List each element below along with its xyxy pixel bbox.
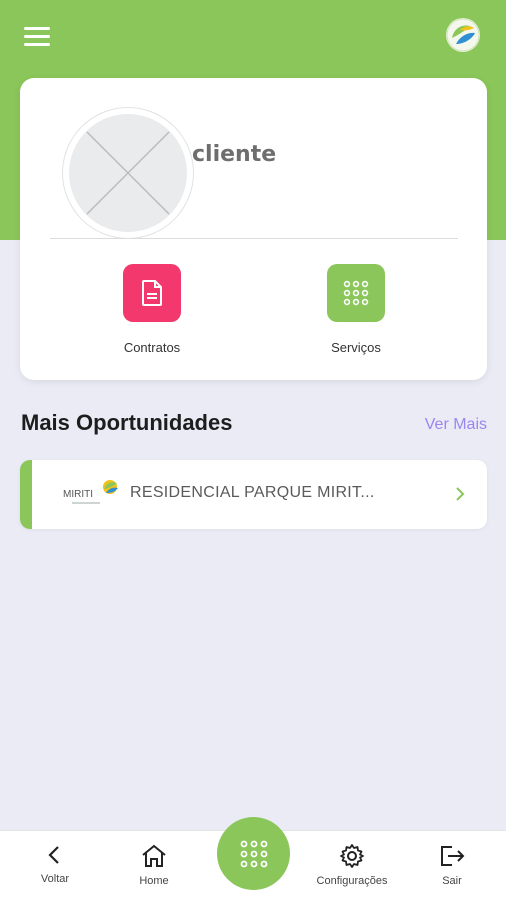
nav-settings-button[interactable]: Configurações	[302, 843, 402, 887]
nav-home-label: Home	[139, 875, 169, 887]
profile-divider	[50, 238, 458, 239]
profile-username: cliente	[192, 142, 277, 167]
chevron-left-icon	[48, 846, 59, 864]
brand-logo-button[interactable]	[446, 18, 480, 52]
grid-icon	[343, 280, 369, 306]
gear-icon	[340, 844, 364, 868]
menu-icon-line	[24, 42, 50, 46]
nav-exit-button[interactable]: Sair	[402, 843, 502, 887]
contracts-button[interactable]: Contratos	[82, 264, 222, 355]
services-tile	[327, 264, 385, 322]
services-label: Serviços	[331, 340, 381, 355]
menu-icon-line	[24, 26, 50, 30]
logout-icon	[441, 846, 465, 866]
section-title: Mais Oportunidades	[21, 410, 233, 435]
nav-back-button[interactable]: Voltar	[5, 843, 105, 885]
avatar-placeholder-icon	[86, 131, 170, 215]
opportunity-title: RESIDENCIAL PARQUE MIRIT...	[130, 484, 375, 501]
logo-text: MIRITI	[63, 489, 93, 500]
nav-home-button[interactable]: Home	[104, 843, 204, 887]
brand-logo-icon	[446, 18, 480, 52]
grid-icon	[240, 840, 267, 867]
menu-button[interactable]	[24, 24, 56, 48]
services-button[interactable]: Serviços	[286, 264, 426, 355]
nav-exit-label: Sair	[442, 875, 462, 887]
opportunity-accent	[20, 460, 32, 529]
opportunity-item[interactable]: MIRITI RESIDENCIAL PARQUE MIRIT...	[20, 460, 487, 529]
contracts-label: Contratos	[123, 340, 181, 355]
nav-settings-label: Configurações	[316, 875, 388, 887]
chevron-right-icon	[456, 487, 465, 501]
profile-card: cliente Contratos Serviços	[20, 78, 487, 380]
contracts-tile	[123, 264, 181, 322]
document-icon	[142, 280, 162, 306]
miriti-logo-icon: MIRITI	[63, 480, 118, 504]
services-fab-button[interactable]	[217, 817, 290, 890]
see-more-link[interactable]: Ver Mais	[425, 416, 487, 434]
nav-back-label: Voltar	[40, 873, 70, 885]
home-icon	[142, 844, 166, 867]
menu-icon-line	[24, 34, 50, 38]
avatar[interactable]	[63, 108, 193, 238]
